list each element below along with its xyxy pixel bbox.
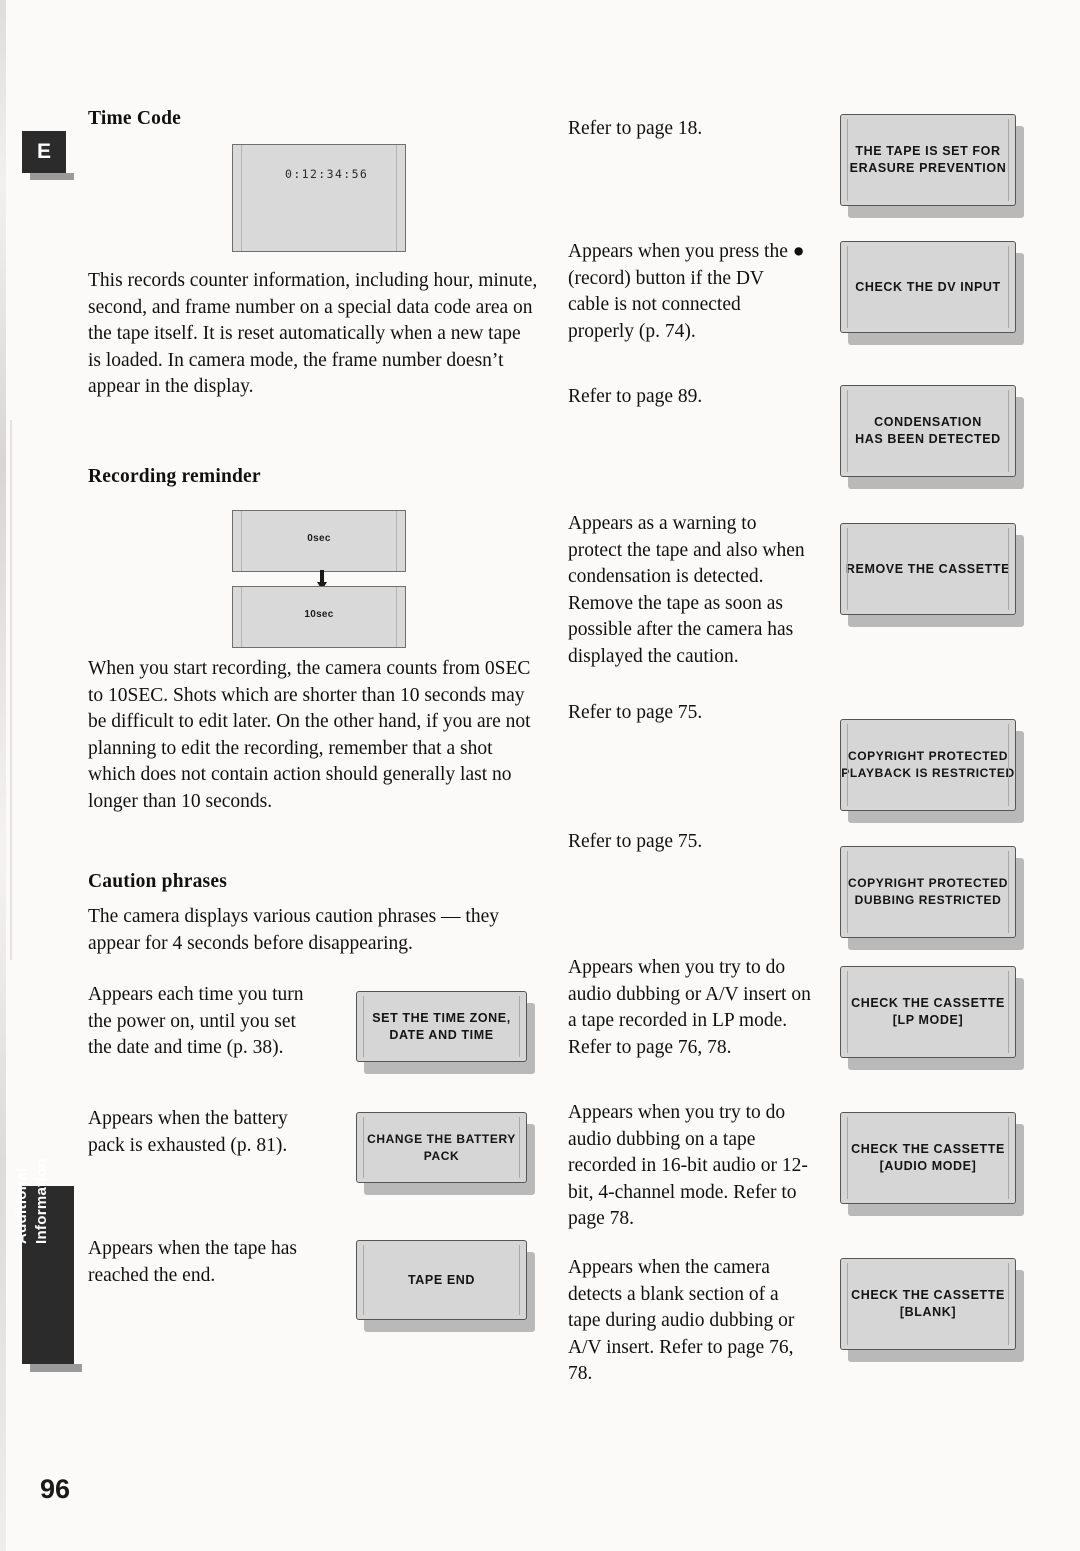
right-description-3: Appears as a warning to protect the tape… [568,513,805,667]
caution-message-condensation: CONDENSATION HAS BEEN DETECTED [840,385,1016,477]
caution-description-1: Appears when the battery pack is exhaust… [88,1108,288,1156]
right-description-6: Appears when you try to do audio dubbing… [568,957,811,1058]
caution-message-text-r1: CHECK THE DV INPUT [855,279,1001,294]
caution-message-text-r3: REMOVE THE CASSETTE [845,561,1011,576]
right-description-0: Refer to page 18. [568,118,703,139]
caution-message-text-1: CHANGE THE BATTERY PACK [367,1131,516,1163]
heading-time-code: Time Code [88,108,181,129]
paragraph-time-code: This records counter information, includ… [88,270,538,398]
lcd-illustration-recording-reminder-0sec: 0sec [232,510,406,572]
scan-edge-artifact [0,0,6,1551]
caution-message-erasure-prevention: THE TAPE IS SET FOR ERASURE PREVENTION [840,114,1016,206]
heading-caution-phrases: Caution phrases [88,871,227,892]
caution-message-text-r2: CONDENSATION HAS BEEN DETECTED [855,415,1001,446]
caution-message-text-r5: COPYRIGHT PROTECTED DUBBING RESTRICTED [847,876,1009,907]
lcd-time-code-value: 0:12:34:56 [285,167,369,181]
caution-description-2: Appears when the tape has reached the en… [88,1238,298,1286]
caution-description-0: Appears each time you turn the power on,… [88,984,304,1059]
right-description-8: Appears when the camera detects a blank … [568,1257,795,1385]
caution-message-cassette-blank: CHECK THE CASSETTE [BLANK] [840,1258,1016,1350]
right-description-7: Appears when you try to do audio dubbing… [568,1102,808,1230]
paragraph-caution-intro: The camera displays various caution phra… [88,906,499,954]
caution-message-remove-cassette: REMOVE THE CASSETTE [840,523,1016,615]
paragraph-recording-reminder: When you start recording, the camera cou… [88,658,531,812]
right-description-5: Refer to page 75. [568,831,703,852]
right-description-2: Refer to page 89. [568,386,703,407]
caution-message-cassette-lp-mode: CHECK THE CASSETTE [LP MODE] [840,966,1016,1058]
caution-message-text-2: TAPE END [407,1272,476,1287]
lcd-recording-reminder-bottom-value: 10sec [304,609,334,620]
caution-message-text-r7: CHECK THE CASSETTE [AUDIO MODE] [851,1142,1005,1173]
lcd-illustration-recording-reminder-10sec: 10sec [232,586,406,648]
caution-message-text-r4: COPYRIGHT PROTECTED PLAYBACK IS RESTRICT… [841,749,1015,780]
heading-recording-reminder: Recording reminder [88,466,261,487]
page-number: 96 [40,1474,71,1504]
side-tab [22,1186,74,1364]
caution-message-text-r8: CHECK THE CASSETTE [BLANK] [851,1288,1005,1319]
right-description-4: Refer to page 75. [568,702,703,723]
left-column: Time Code 0:12:34:56 This records counte… [88,108,538,1286]
edge-tab-letter: E [22,131,66,173]
caution-message-copyright-playback: COPYRIGHT PROTECTED PLAYBACK IS RESTRICT… [840,719,1016,811]
caution-message-tape-end: TAPE END [356,1240,527,1320]
caution-message-check-dv-input: CHECK THE DV INPUT [840,241,1016,333]
scan-edge-artifact-secondary [10,420,12,960]
caution-message-text-r0: THE TAPE IS SET FOR ERASURE PREVENTION [849,144,1007,175]
caution-message-text-r6: CHECK THE CASSETTE [LP MODE] [851,996,1005,1027]
lcd-illustration-time-code: 0:12:34:56 [232,144,406,252]
edge-tab-shadow [30,173,74,180]
caution-message-cassette-audio-mode: CHECK THE CASSETTE [AUDIO MODE] [840,1112,1016,1204]
caution-message-copyright-dubbing: COPYRIGHT PROTECTED DUBBING RESTRICTED [840,846,1016,938]
side-tab-shadow [30,1364,82,1372]
caution-message-change-battery-pack: CHANGE THE BATTERY PACK [356,1112,527,1183]
caution-message-set-time-zone: SET THE TIME ZONE, DATE AND TIME [356,991,527,1062]
lcd-recording-reminder-top-value: 0sec [307,533,331,544]
caution-message-text-0: SET THE TIME ZONE, DATE AND TIME [372,1010,511,1042]
right-description-1: Appears when you press the ● (record) bu… [568,241,805,342]
